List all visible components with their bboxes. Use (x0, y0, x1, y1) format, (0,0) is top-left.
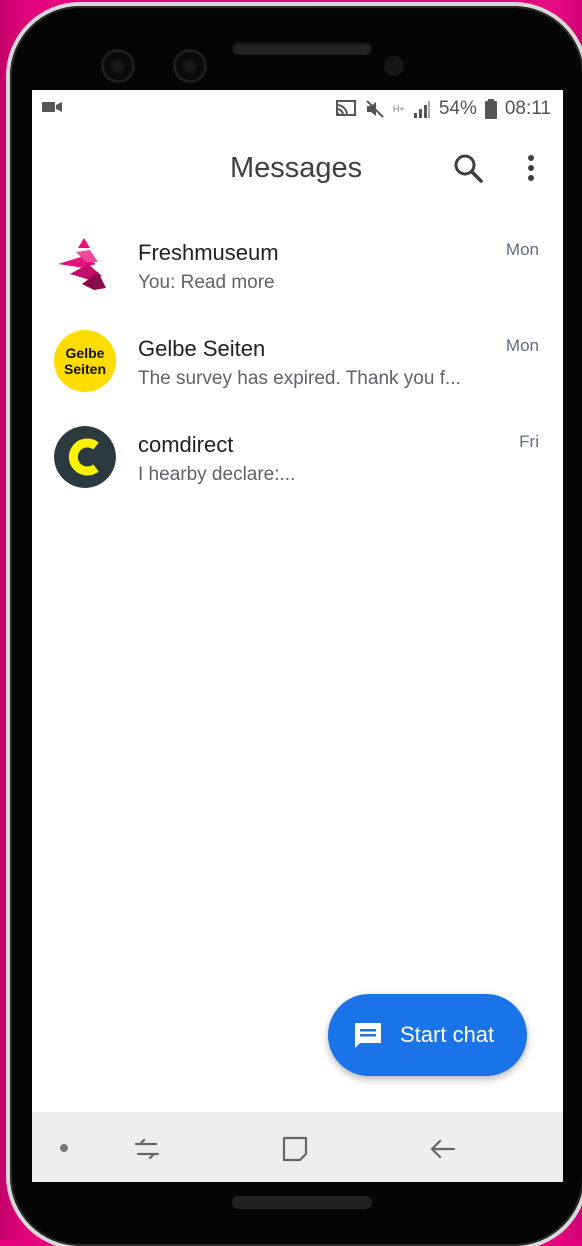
conversation-snippet: You: Read more (138, 272, 275, 293)
earpiece-speaker (232, 42, 372, 55)
conversation-snippet: The survey has expired. Thank you f... (138, 368, 461, 389)
freshmuseum-logo (58, 238, 106, 290)
proximity-sensor (384, 56, 404, 76)
status-right: H+ 54% 08:11 (335, 96, 551, 122)
recent-apps-icon[interactable] (130, 1132, 164, 1166)
conversation-row[interactable]: Freshmuseum You: Read more Mon (32, 210, 563, 306)
front-camera (104, 52, 132, 80)
conversation-date: Fri (519, 432, 539, 451)
search-icon[interactable] (450, 150, 486, 186)
chat-icon (355, 1023, 381, 1048)
conversation-snippet: I hearby declare:... (138, 464, 296, 485)
bottom-speaker (232, 1196, 372, 1209)
clock: 08:11 (504, 98, 551, 119)
front-camera-secondary (176, 52, 204, 80)
mute-icon (366, 100, 384, 118)
conversation-name: Freshmuseum (138, 240, 279, 265)
conversation-row[interactable]: Gelbe Seiten Gelbe Seiten The survey has… (32, 306, 563, 402)
screen: H+ 54% 08:11 Messages Freshmuseum You: R… (32, 90, 563, 1182)
start-chat-label: Start chat (400, 1022, 495, 1047)
network-type-label: H+ (392, 103, 405, 114)
avatar-text-line-2: Seiten (63, 361, 106, 377)
signal-icon (413, 101, 430, 118)
page-title: Messages (230, 152, 363, 184)
battery-icon (484, 99, 497, 119)
conversation-date: Mon (505, 336, 539, 355)
cast-icon (335, 100, 356, 116)
conversation-name: comdirect (138, 432, 234, 457)
status-bar: H+ 54% 08:11 (32, 90, 563, 128)
gelbe-seiten-logo: Gelbe Seiten (54, 330, 116, 392)
app-bar: Messages (32, 128, 563, 210)
conversation-list: Freshmuseum You: Read more Mon Gelbe Sei… (32, 210, 563, 498)
navigation-bar (32, 1112, 563, 1182)
back-icon[interactable] (426, 1132, 460, 1166)
comdirect-logo (54, 426, 116, 488)
battery-percent: 54% (438, 98, 477, 119)
conversation-date: Mon (505, 240, 539, 259)
start-chat-button[interactable]: Start chat (328, 994, 527, 1076)
nav-dot-indicator (60, 1144, 68, 1152)
more-vert-icon[interactable] (516, 150, 546, 186)
avatar-text-line-1: Gelbe (65, 345, 105, 361)
conversation-name: Gelbe Seiten (138, 336, 266, 361)
conversation-row[interactable]: comdirect I hearby declare:... Fri (32, 402, 563, 498)
home-icon[interactable] (278, 1132, 312, 1166)
video-camera-icon (42, 102, 62, 112)
